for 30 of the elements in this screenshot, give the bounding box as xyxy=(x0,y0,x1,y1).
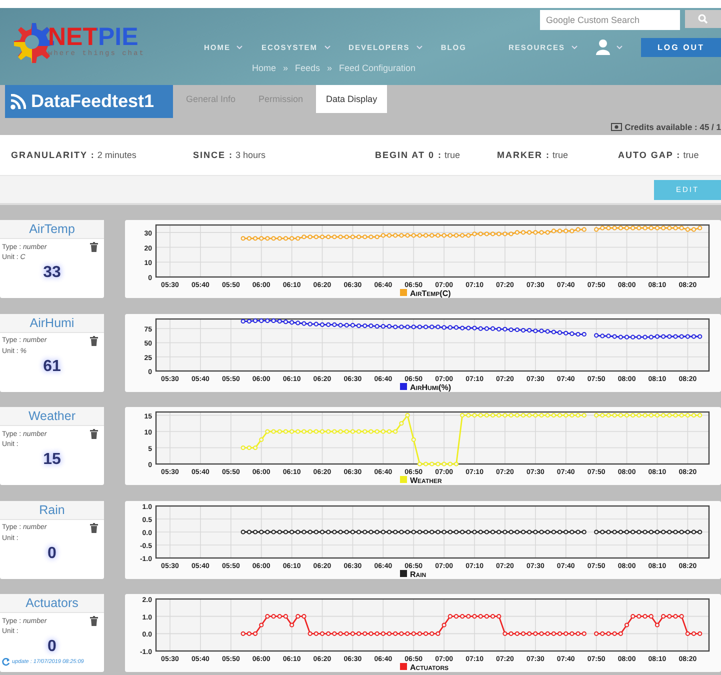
logout-button[interactable]: LOG OUT xyxy=(641,38,721,56)
feed-name: AirHumi xyxy=(30,316,74,330)
feed-value: 33 xyxy=(43,264,61,282)
tab[interactable]: Data Display xyxy=(316,85,388,113)
breadcrumb-link[interactable]: Home xyxy=(252,63,276,73)
breadcrumb-link[interactable]: Feeds xyxy=(294,63,320,73)
feed-value: 0 xyxy=(48,638,56,656)
feed-name: AirTemp xyxy=(29,222,75,236)
breadcrumb-separator: » xyxy=(282,63,288,73)
feed-name: Weather xyxy=(28,409,76,423)
search-field[interactable]: Google Custom Search xyxy=(540,10,680,30)
feed-name: Actuators xyxy=(26,596,78,610)
legend-label: Actuators xyxy=(410,663,449,672)
legend-label: Weather xyxy=(410,476,442,485)
legend-label: Rain xyxy=(410,570,426,578)
setting-text: SINCE : 3 hours xyxy=(193,150,267,160)
breadcrumb-link[interactable]: Feed Configuration xyxy=(339,63,416,73)
legend-label: AirTemp(C) xyxy=(410,289,451,298)
setting-text: AUTO GAP : true xyxy=(618,150,700,160)
setting-text: BEGIN AT 0 : true xyxy=(375,150,462,160)
feed-name: Rain xyxy=(39,502,65,516)
feed-title: DataFeedtest1 xyxy=(31,91,154,112)
feed-value: 0 xyxy=(48,544,56,562)
legend-label: AirHumi(%) xyxy=(410,382,451,392)
feed-value: 15 xyxy=(43,451,61,469)
credits-text: Credits available : 45 / 1 xyxy=(624,122,721,132)
breadcrumb-separator: » xyxy=(327,63,332,73)
setting-text: MARKER : true xyxy=(497,150,570,160)
setting-text: GRANULARITY : 2 minutes xyxy=(11,150,138,160)
feed-value: 61 xyxy=(43,358,61,376)
